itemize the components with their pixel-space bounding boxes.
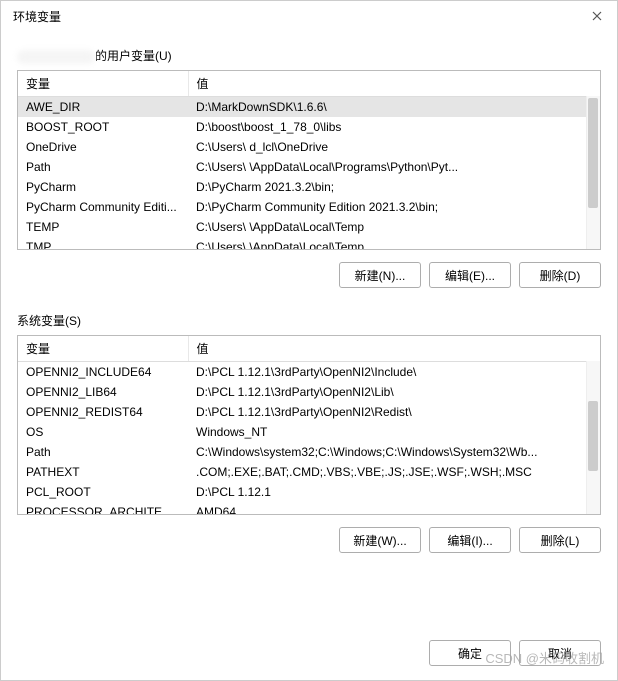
system-edit-button[interactable]: 编辑(I)...	[429, 527, 511, 553]
ok-button[interactable]: 确定	[429, 640, 511, 666]
username-blurred	[17, 50, 95, 64]
user-new-button[interactable]: 新建(N)...	[339, 262, 421, 288]
system-variables-section: 系统变量(S) 变量 值 OPENNI2_INCLUDE64D:\PCL 1.1…	[17, 302, 601, 553]
var-name: PCL_ROOT	[18, 482, 188, 502]
var-name: Path	[18, 157, 188, 177]
var-name: OPENNI2_LIB64	[18, 382, 188, 402]
var-name: TMP	[18, 237, 188, 250]
var-value: D:\PyCharm 2021.3.2\bin;	[188, 177, 600, 197]
var-name: PROCESSOR_ARCHITECT...	[18, 502, 188, 515]
dialog-content: 的用户变量(U) 变量 值 AWE_DIRD:\MarkDownSDK\1.6.…	[1, 31, 617, 630]
var-value: D:\PCL 1.12.1\3rdParty\OpenNI2\Redist\	[188, 402, 600, 422]
table-row[interactable]: OPENNI2_REDIST64D:\PCL 1.12.1\3rdParty\O…	[18, 402, 600, 422]
var-value: Windows_NT	[188, 422, 600, 442]
var-value: .COM;.EXE;.BAT;.CMD;.VBS;.VBE;.JS;.JSE;.…	[188, 462, 600, 482]
var-name: TEMP	[18, 217, 188, 237]
table-row[interactable]: PyCharm Community Editi...D:\PyCharm Com…	[18, 197, 600, 217]
table-row[interactable]: TMPC:\Users\ \AppData\Local\Temp	[18, 237, 600, 250]
system-variables-label: 系统变量(S)	[17, 312, 601, 329]
column-header-value[interactable]: 值	[188, 336, 600, 362]
table-row[interactable]: AWE_DIRD:\MarkDownSDK\1.6.6\	[18, 97, 600, 117]
var-value: C:\Users\ \AppData\Local\Temp	[188, 217, 600, 237]
scrollbar-thumb[interactable]	[588, 98, 598, 208]
var-value: D:\PCL 1.12.1\3rdParty\OpenNI2\Include\	[188, 362, 600, 382]
scrollbar-track[interactable]	[586, 361, 600, 514]
var-name: OS	[18, 422, 188, 442]
system-delete-button[interactable]: 删除(L)	[519, 527, 601, 553]
var-value: D:\MarkDownSDK\1.6.6\	[188, 97, 600, 117]
var-name: OPENNI2_REDIST64	[18, 402, 188, 422]
user-variables-section: 的用户变量(U) 变量 值 AWE_DIRD:\MarkDownSDK\1.6.…	[17, 37, 601, 288]
table-row[interactable]: PathC:\Users\ \AppData\Local\Programs\Py…	[18, 157, 600, 177]
user-delete-button[interactable]: 删除(D)	[519, 262, 601, 288]
system-variables-table-container: 变量 值 OPENNI2_INCLUDE64D:\PCL 1.12.1\3rdP…	[17, 335, 601, 515]
user-variables-scroll[interactable]: AWE_DIRD:\MarkDownSDK\1.6.6\BOOST_ROOTD:…	[18, 97, 600, 250]
environment-variables-dialog: 环境变量 的用户变量(U) 变量 值	[0, 0, 618, 681]
user-variables-table[interactable]: 变量 值	[18, 71, 600, 97]
var-value: C:\Users\ \AppData\Local\Temp	[188, 237, 600, 250]
var-name: PATHEXT	[18, 462, 188, 482]
titlebar-title: 环境变量	[13, 8, 61, 25]
var-name: BOOST_ROOT	[18, 117, 188, 137]
table-row[interactable]: OPENNI2_LIB64D:\PCL 1.12.1\3rdParty\Open…	[18, 382, 600, 402]
table-row[interactable]: PyCharmD:\PyCharm 2021.3.2\bin;	[18, 177, 600, 197]
dialog-footer: 确定 取消	[1, 630, 617, 680]
titlebar: 环境变量	[1, 1, 617, 31]
var-value: D:\PCL 1.12.1	[188, 482, 600, 502]
table-header-row: 变量 值	[18, 336, 600, 362]
var-value: C:\Windows\system32;C:\Windows;C:\Window…	[188, 442, 600, 462]
table-row[interactable]: OPENNI2_INCLUDE64D:\PCL 1.12.1\3rdParty\…	[18, 362, 600, 382]
var-name: Path	[18, 442, 188, 462]
var-value: C:\Users\ d_lcl\OneDrive	[188, 137, 600, 157]
column-header-value[interactable]: 值	[188, 71, 600, 97]
table-row[interactable]: PATHEXT.COM;.EXE;.BAT;.CMD;.VBS;.VBE;.JS…	[18, 462, 600, 482]
var-name: AWE_DIR	[18, 97, 188, 117]
scrollbar-thumb[interactable]	[588, 401, 598, 471]
var-name: OneDrive	[18, 137, 188, 157]
system-new-button[interactable]: 新建(W)...	[339, 527, 421, 553]
var-value: D:\PyCharm Community Edition 2021.3.2\bi…	[188, 197, 600, 217]
scrollbar-track[interactable]	[586, 96, 600, 249]
system-variables-table[interactable]: 变量 值	[18, 336, 600, 362]
user-variables-buttons: 新建(N)... 编辑(E)... 删除(D)	[17, 262, 601, 288]
column-header-name[interactable]: 变量	[18, 71, 188, 97]
table-header-row: 变量 值	[18, 71, 600, 97]
var-name: PyCharm	[18, 177, 188, 197]
var-value: D:\PCL 1.12.1\3rdParty\OpenNI2\Lib\	[188, 382, 600, 402]
column-header-name[interactable]: 变量	[18, 336, 188, 362]
var-value: AMD64	[188, 502, 600, 515]
user-edit-button[interactable]: 编辑(E)...	[429, 262, 511, 288]
cancel-button[interactable]: 取消	[519, 640, 601, 666]
var-name: PyCharm Community Editi...	[18, 197, 188, 217]
table-row[interactable]: OSWindows_NT	[18, 422, 600, 442]
table-row[interactable]: BOOST_ROOTD:\boost\boost_1_78_0\libs	[18, 117, 600, 137]
var-value: C:\Users\ \AppData\Local\Programs\Python…	[188, 157, 600, 177]
user-variables-label: 的用户变量(U)	[17, 47, 601, 64]
table-row[interactable]: PCL_ROOTD:\PCL 1.12.1	[18, 482, 600, 502]
table-row[interactable]: PROCESSOR_ARCHITECT...AMD64	[18, 502, 600, 515]
close-icon[interactable]	[589, 8, 605, 24]
var-name: OPENNI2_INCLUDE64	[18, 362, 188, 382]
var-value: D:\boost\boost_1_78_0\libs	[188, 117, 600, 137]
table-row[interactable]: OneDriveC:\Users\ d_lcl\OneDrive	[18, 137, 600, 157]
system-variables-scroll[interactable]: OPENNI2_INCLUDE64D:\PCL 1.12.1\3rdParty\…	[18, 362, 600, 515]
table-row[interactable]: TEMPC:\Users\ \AppData\Local\Temp	[18, 217, 600, 237]
table-row[interactable]: PathC:\Windows\system32;C:\Windows;C:\Wi…	[18, 442, 600, 462]
user-variables-table-container: 变量 值 AWE_DIRD:\MarkDownSDK\1.6.6\BOOST_R…	[17, 70, 601, 250]
system-variables-buttons: 新建(W)... 编辑(I)... 删除(L)	[17, 527, 601, 553]
